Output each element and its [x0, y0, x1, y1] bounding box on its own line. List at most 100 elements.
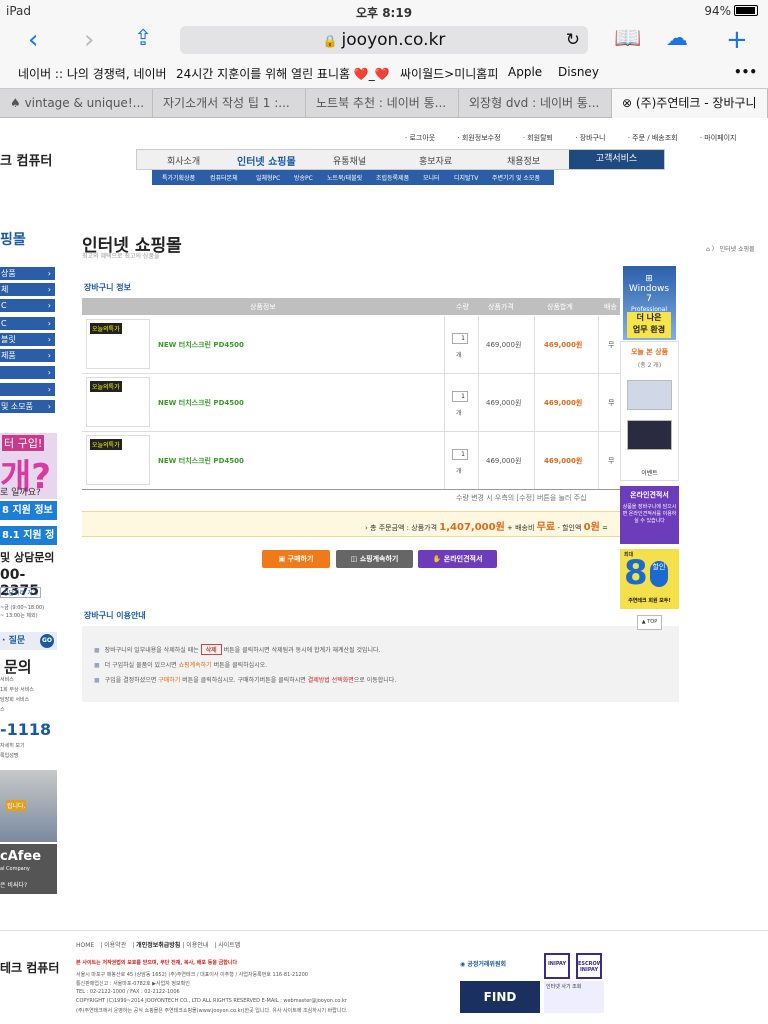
bookmark-homepage[interactable]: 24시간 지훈이를 위해 열린 표니홈 ❤️_❤️ [176, 65, 390, 82]
mypage-link[interactable]: · 마이페이지 [700, 134, 747, 142]
win81-support-button[interactable]: 8.1 지원 정보 [0, 526, 57, 560]
escrow-badge[interactable]: ESCROW INIPAY [576, 953, 602, 979]
subnav-notebook[interactable]: 노트북/태블릿 [327, 173, 362, 182]
quantity-input[interactable]: 1 [452, 333, 468, 344]
reload-icon[interactable]: ↻ [566, 26, 580, 54]
footer: 테크 컴퓨터 HOME | 이용약관 | 개인정보취급방침 | 이용안내 | 사이트맵… [0, 930, 768, 1024]
home-icon[interactable]: ⌂ [706, 246, 710, 253]
tab-vintage[interactable]: ♠ vintage & unique!... [0, 89, 153, 118]
mcafee-banner[interactable]: cAfee al Company 은 비싸다? [0, 844, 57, 894]
sidebar-item-4[interactable]: 블릿 › [0, 333, 55, 347]
chevron-right-icon: › [47, 269, 51, 278]
site-logo[interactable]: 크 컴퓨터 [0, 150, 52, 169]
more-icon[interactable]: ••• [734, 65, 757, 79]
cart-table-header: 상품정보 수량 상품가격 상품합계 배송 [82, 298, 620, 315]
inipay-badge[interactable]: INIPAY [544, 953, 570, 979]
bookmark-naver[interactable]: 네이버 :: 나의 경쟁력, 네이버 [18, 65, 167, 82]
close-tab-icon[interactable]: ⊗ [622, 96, 632, 110]
nav-company[interactable]: 회사소개 [167, 154, 200, 167]
nav-customer-service[interactable]: 고객서비스 [569, 150, 664, 169]
table-row: 오늘의특가 NEW 터치스크린 PD4500 1 개 469,000원 469,… [82, 374, 620, 432]
chevron-right-icon: › [47, 368, 51, 377]
sidebar-item-3[interactable]: C › [0, 317, 55, 331]
footer-guide-link[interactable]: 이용안내 [186, 942, 208, 949]
consult-link[interactable]: 상담하러 가기 [0, 587, 42, 598]
nav-distribution[interactable]: 유통채널 [333, 154, 366, 167]
url-text: jooyon.co.kr [341, 30, 446, 50]
product-thumbnail[interactable]: 오늘의특가 [86, 435, 150, 485]
tab-cart-active[interactable]: ⊗ (주)주연테크 - 장바구니 [612, 89, 768, 118]
subnav-broadcast[interactable]: 방송PC [294, 173, 313, 182]
bookmark-cyworld[interactable]: 싸이월드>미니홈피 [400, 65, 498, 82]
discount-banner[interactable]: 최대 8 할인 주연테크 회원 모두! [620, 549, 679, 609]
bookmark-disney[interactable]: Disney [558, 65, 599, 79]
sidebar-photo-banner[interactable]: 립니다. [0, 770, 57, 842]
footer-terms-link[interactable]: 이용약관 [104, 942, 126, 949]
continue-shopping-button[interactable]: ◫ 쇼핑계속하기 [336, 550, 413, 568]
ftc-logo[interactable]: ◉ 공정거래위원회 [460, 959, 540, 973]
forward-icon[interactable]: › [84, 25, 94, 55]
sidebar-item-2[interactable]: C › [0, 299, 55, 313]
product-name[interactable]: NEW 터치스크린 PD4500 [158, 340, 244, 350]
subnav-accessories[interactable]: 주변기기 및 소모품 [492, 173, 540, 182]
recent-item-image[interactable] [627, 420, 672, 450]
subnav-assembled[interactable]: 조립등록제품 [376, 173, 409, 182]
footer-privacy-link[interactable]: 개인정보취급방침 [136, 942, 180, 949]
go-button[interactable]: GO [40, 634, 54, 648]
bookmarks-icon[interactable]: 📖 [614, 26, 641, 51]
online-quote-banner[interactable]: 온라인견적서 상품을 장바구니에 담으시면 온라인견적서를 이용하실 수 있습니… [620, 486, 679, 544]
tab-dvd[interactable]: 외장형 dvd : 네이버 통... [459, 89, 612, 118]
qa-box[interactable]: · 질문 GO [0, 632, 57, 650]
sidebar-item-0[interactable]: 상품 › [0, 267, 55, 281]
quantity-input[interactable]: 1 [452, 449, 468, 460]
online-quote-button[interactable]: ✋ 온라인견적서 [418, 550, 497, 568]
inquiry-more-link[interactable]: 자세히 보기 [0, 742, 25, 749]
win8-support-button[interactable]: 8 지원 정보 [0, 501, 57, 520]
status-bar: iPad 오후 8:19 94% [0, 0, 768, 22]
product-name[interactable]: NEW 터치스크린 PD4500 [158, 456, 244, 466]
nav-pr[interactable]: 홍보자료 [419, 154, 452, 167]
order-summary: › 총 주문금액 : 상품가격 1,407,000원 + 배송비 무료 - 할인… [82, 511, 620, 537]
footer-home-link[interactable]: HOME [76, 942, 94, 949]
tab-resume[interactable]: 자기소개서 작성 팁 1 :... [153, 89, 306, 118]
product-thumbnail[interactable]: 오늘의특가 [86, 377, 150, 427]
windows7-banner[interactable]: ⊞ Windows 7 Professional 더 나은 업무 환경 [623, 266, 676, 340]
new-tab-icon[interactable]: + [726, 25, 748, 55]
footer-sitemap-link[interactable]: 사이트맵 [218, 942, 240, 949]
subnav-tv[interactable]: 디지털TV [454, 173, 478, 182]
cloud-tabs-icon[interactable]: ☁ [666, 26, 688, 51]
order-link[interactable]: · 주문 / 배송조회 [628, 134, 688, 142]
sidebar-item-7[interactable]: › [0, 383, 55, 397]
sidebar-item-1[interactable]: 체 › [0, 283, 55, 297]
sidebar-banner-purchase[interactable]: 터 구입! 개? 로 일까요? [0, 433, 57, 499]
scroll-top-button[interactable]: ▲ TOP [637, 615, 662, 630]
event-link[interactable]: 이벤트 [621, 468, 678, 477]
url-bar[interactable]: 🔒 jooyon.co.kr ↻ [180, 26, 588, 54]
logout-link[interactable]: · 로그아웃 [405, 134, 445, 142]
subnav-allinone[interactable]: 일체형PC [256, 173, 280, 182]
sidebar-item-8[interactable]: 및 소모품 › [0, 400, 55, 414]
recent-item-image[interactable] [627, 380, 672, 410]
nav-shop[interactable]: 인터넷 쇼핑몰 [237, 153, 296, 168]
product-thumbnail[interactable]: 오늘의특가 [86, 319, 150, 369]
sidebar-item-5[interactable]: 제품 › [0, 349, 55, 363]
footer-brand: 테크 컴퓨터 [0, 961, 60, 975]
cart-guide: 장바구니의 일부내용을 삭제하실 때는 삭제 버튼을 클릭하시면 삭제됨과 동시… [82, 626, 679, 702]
sidebar-item-6[interactable]: › [0, 366, 55, 380]
subnav-monitor[interactable]: 모니터 [423, 173, 440, 182]
product-name[interactable]: NEW 터치스크린 PD4500 [158, 398, 244, 408]
tab-notebook[interactable]: 노트북 추천 : 네이버 통... [306, 89, 459, 118]
cart-link[interactable]: · 장바구니 [575, 134, 615, 142]
subnav-desktop[interactable]: 컴퓨터본체 [210, 173, 238, 182]
subnav-special[interactable]: 특가기획상품 [162, 173, 195, 182]
back-icon[interactable]: ‹ [28, 25, 38, 55]
buy-button[interactable]: ▣ 구매하기 [262, 550, 330, 568]
edit-profile-link[interactable]: · 회원정보수정 [457, 134, 510, 142]
share-icon[interactable]: ⇪ [134, 26, 152, 51]
nav-recruit[interactable]: 채용정보 [507, 154, 540, 167]
find-badge[interactable]: FIND [460, 981, 540, 1013]
bookmark-apple[interactable]: Apple [508, 65, 542, 79]
quantity-input[interactable]: 1 [452, 391, 468, 402]
withdraw-link[interactable]: · 회원탈퇴 [523, 134, 563, 142]
breadcrumb: ⌂ 〉 인터넷 쇼핑몰 [706, 246, 755, 253]
